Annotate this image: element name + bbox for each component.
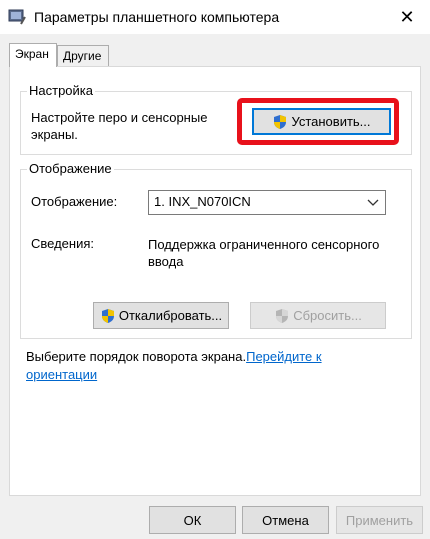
info-label: Сведения: — [31, 236, 95, 251]
info-value: Поддержка ограниченного сенсорного ввода — [148, 236, 379, 270]
chevron-down-icon — [367, 196, 379, 208]
uac-shield-icon — [274, 308, 290, 324]
orientation-link[interactable]: Перейдите к — [246, 349, 321, 364]
display-select-value: 1. INX_N070ICN — [154, 194, 251, 209]
close-button[interactable]: ✕ — [384, 0, 430, 34]
display-select[interactable]: 1. INX_N070ICN — [148, 190, 386, 215]
setup-description: Настройте перо и сенсорные экраны. — [31, 109, 207, 143]
setup-button[interactable]: Установить... — [252, 108, 391, 135]
info-value-line1: Поддержка ограниченного сенсорного — [148, 237, 380, 252]
close-icon: ✕ — [399, 6, 415, 27]
apply-button[interactable]: Применить — [336, 506, 423, 534]
setup-button-label: Установить... — [291, 114, 371, 129]
orientation-text: Выберите порядок поворота экрана.Перейди… — [26, 348, 411, 384]
window-title: Параметры планшетного компьютера — [34, 9, 280, 25]
title-bar: Параметры планшетного компьютера ✕ — [0, 0, 430, 34]
ok-button[interactable]: ОК — [149, 506, 236, 534]
setup-group-caption: Настройка — [27, 83, 95, 98]
display-label: Отображение: — [31, 194, 118, 209]
display-group-caption: Отображение — [27, 161, 114, 176]
display-group: Отображение Отображение: 1. INX_N070ICN … — [20, 161, 412, 339]
tab-panel-screen: Настройка Настройте перо и сенсорные экр… — [9, 66, 421, 496]
calibrate-button[interactable]: Откалибровать... — [93, 302, 229, 329]
reset-button-label: Сбросить... — [293, 308, 362, 323]
setup-group: Настройка Настройте перо и сенсорные экр… — [20, 83, 412, 155]
tab-screen[interactable]: Экран — [9, 43, 57, 67]
info-value-line2: ввода — [148, 254, 184, 269]
tablet-settings-icon — [8, 8, 26, 26]
setup-description-line1: Настройте перо и сенсорные — [31, 110, 208, 125]
setup-description-line2: экраны. — [31, 127, 78, 142]
tab-other[interactable]: Другие — [57, 45, 109, 66]
calibrate-button-label: Откалибровать... — [118, 308, 223, 323]
uac-shield-icon — [100, 308, 116, 324]
orientation-text-label: Выберите порядок поворота экрана. — [26, 349, 247, 364]
cancel-button[interactable]: Отмена — [242, 506, 329, 534]
reset-button[interactable]: Сбросить... — [250, 302, 386, 329]
orientation-link-continued[interactable]: ориентации — [26, 367, 97, 382]
uac-shield-icon — [272, 114, 288, 130]
